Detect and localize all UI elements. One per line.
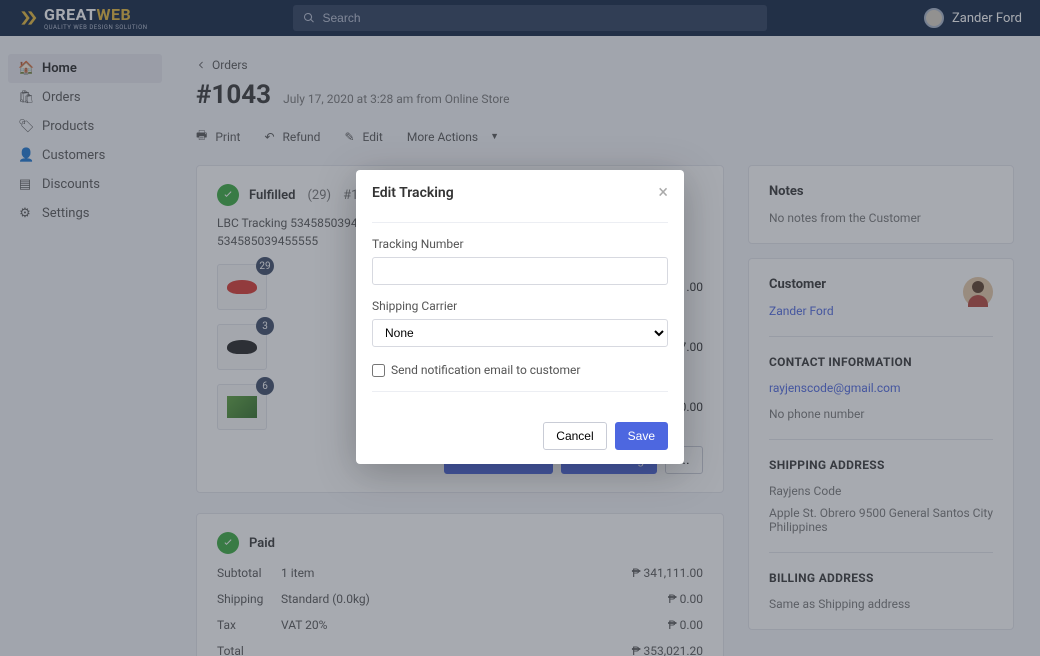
tracking-number-label: Tracking Number — [372, 237, 668, 251]
modal-title: Edit Tracking — [372, 185, 454, 201]
close-icon[interactable]: × — [658, 184, 668, 202]
carrier-select[interactable]: None — [372, 319, 668, 347]
notify-label: Send notification email to customer — [391, 363, 580, 377]
modal-overlay[interactable]: Edit Tracking × Tracking Number Shipping… — [0, 0, 1040, 656]
tracking-number-input[interactable] — [372, 257, 668, 285]
carrier-label: Shipping Carrier — [372, 299, 668, 313]
save-button[interactable]: Save — [615, 422, 668, 450]
edit-tracking-modal: Edit Tracking × Tracking Number Shipping… — [356, 170, 684, 464]
notify-checkbox[interactable] — [372, 364, 385, 377]
cancel-button[interactable]: Cancel — [543, 422, 606, 450]
